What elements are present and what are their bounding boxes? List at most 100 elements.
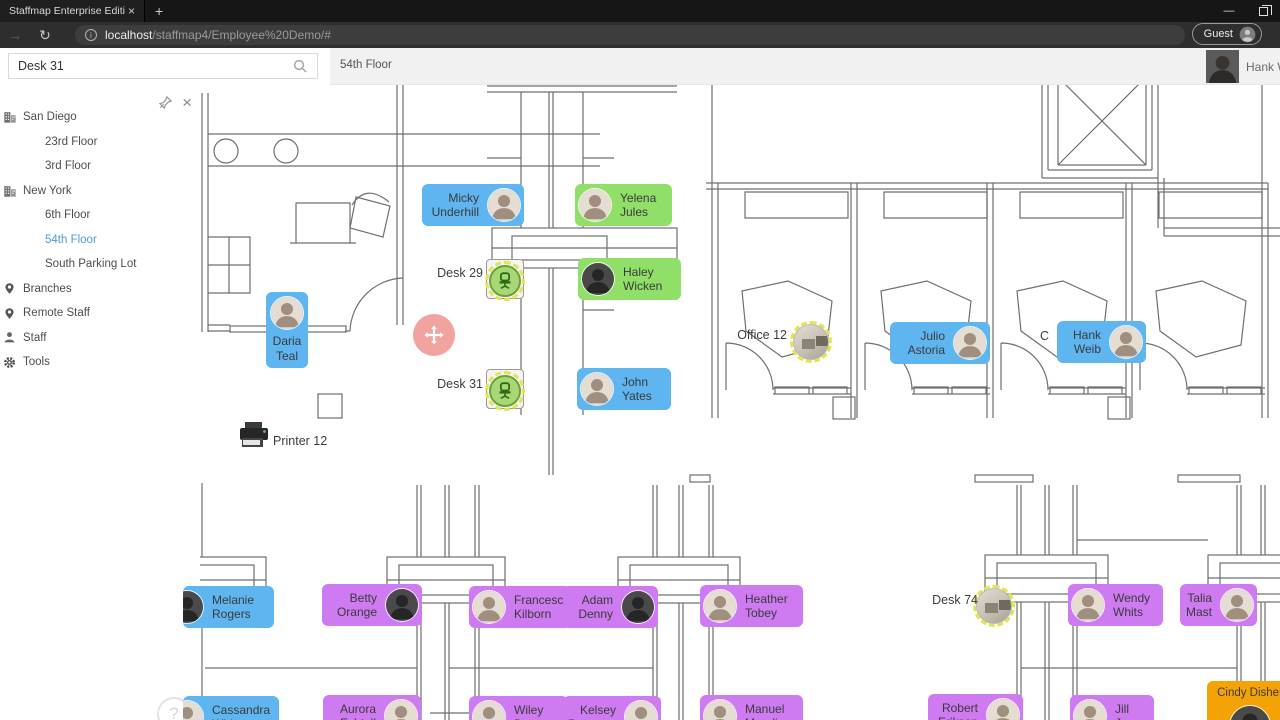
employee-card[interactable]: AuroraEchtell [323,695,421,720]
employee-card[interactable]: John Yates [577,368,671,410]
employee-photo [385,588,419,622]
sidebar-item-branches[interactable]: Branches [0,277,200,302]
desk-chair-icon[interactable] [485,369,525,411]
employee-photo [487,188,521,222]
sidebar-item-label: 6th Floor [45,209,91,222]
printer-label: Printer 12 [273,434,328,448]
employee-card[interactable]: Daria Teal [266,292,308,368]
search-input[interactable] [8,53,318,79]
employee-photo [384,699,418,720]
employee-name: Heather Tobey [745,591,788,621]
window-minimize-button[interactable]: — [1212,0,1246,22]
employee-name: KelseyPorteous [568,702,616,720]
employee-photo [183,700,204,720]
employee-card[interactable]: Hank Weib [1057,321,1146,363]
floor-plan-map[interactable]: × San Diego 23rd Floor 3rd Floor New York 6t… [0,85,1280,720]
sidebar-item-label: 23rd Floor [45,135,98,148]
desk-label: Desk 74 [932,593,978,607]
employee-card[interactable]: Adam Denny [563,586,658,628]
location-pin-icon [5,283,14,295]
url-path: /staffmap4/Employee%20Demo/# [152,28,331,42]
employee-photo [703,589,737,623]
refresh-icon[interactable]: ↻ [30,27,60,44]
employee-card[interactable]: RobertErikson [928,694,1023,720]
employee-photo [472,590,506,624]
sidebar-item-6th-floor[interactable]: 6th Floor [0,203,200,228]
employee-photo [986,698,1020,720]
desk-label: Desk 31 [437,377,483,391]
employee-name: Francesco Kilborn [514,592,571,622]
employee-photo [1220,588,1254,622]
location-pin-icon [5,307,14,319]
guest-profile-button[interactable]: Guest [1191,23,1262,45]
employee-card[interactable]: ManuelMandios [700,695,803,720]
asset-photo-icon[interactable] [973,585,1015,627]
sidebar-item-54th-floor[interactable]: 54th Floor [0,228,200,253]
window-controls: — [1212,0,1280,22]
sidebar-item-san-diego[interactable]: San Diego [0,105,200,130]
move-handle[interactable] [413,314,455,356]
employee-card[interactable]: Yelena Jules [575,184,672,226]
move-arrows-icon [424,325,444,345]
employee-card[interactable]: KelseyPorteous [563,696,661,720]
employee-card[interactable]: JillJones [1070,695,1154,720]
tab-close-icon[interactable]: × [125,4,138,18]
employee-card[interactable]: Talia Mast [1180,584,1257,626]
url-host: localhost [105,28,153,42]
address-field[interactable]: i localhost/staffmap4/Employee%20Demo/# [75,25,1185,45]
new-tab-button[interactable]: + [145,3,173,19]
desk-chair-icon[interactable] [485,259,525,301]
employee-card[interactable]: CassandraWhit [183,696,279,720]
floor-tab-label[interactable]: 54th Floor [340,59,392,71]
employee-name: Wendy Whits [1113,590,1151,620]
employee-card[interactable]: Cindy Disher [1207,681,1280,720]
partial-label: C [1040,329,1050,343]
employee-card[interactable]: Betty Orange [322,584,422,626]
employee-name: Hank Weib [1072,327,1101,357]
sidebar-item-remote-staff[interactable]: Remote Staff [0,301,200,326]
employee-photo [472,700,506,720]
window-restore-button[interactable] [1246,0,1280,22]
profile-icon [1239,26,1256,42]
employee-name: Haley Wicken [623,264,663,294]
sidebar-item-south-parking-lot[interactable]: South Parking Lot [0,252,200,277]
search-icon[interactable] [293,59,307,73]
employee-photo [270,296,304,330]
printer-icon[interactable] [238,421,272,454]
staffmap-window: Staffmap Enterprise Edition × + — → ↻ i … [0,0,1280,720]
browser-tab[interactable]: Staffmap Enterprise Edition × [0,0,145,22]
sidebar-item-tools[interactable]: Tools [0,350,200,375]
search-area [0,48,330,85]
user-tooltip: Hank W [1206,50,1280,83]
employee-photo [621,590,655,624]
selection-ring [790,321,832,363]
employee-card[interactable]: WileyBarnsto [469,696,568,720]
employee-name: Cindy Disher [1217,687,1280,699]
employee-name: Daria Teal [272,334,302,363]
employee-name: WileyBarnsto [514,702,555,720]
employee-card[interactable]: Wendy Whits [1068,584,1163,626]
employee-card[interactable]: Julio Astoria [890,322,990,364]
employee-card[interactable]: Heather Tobey [700,585,803,627]
employee-card[interactable]: Francesco Kilborn [469,586,571,628]
sidebar-item-3rd-floor[interactable]: 3rd Floor [0,154,200,179]
sidebar-item-23rd-floor[interactable]: 23rd Floor [0,130,200,155]
employee-name: Adam Denny [578,592,613,622]
sidebar-item-staff[interactable]: Staff [0,326,200,351]
employee-card[interactable]: Micky Underhill [422,184,524,226]
tab-title: Staffmap Enterprise Edition [9,5,125,17]
employee-name: AuroraEchtell [339,701,376,720]
user-name: Hank W [1246,59,1280,74]
sidebar-item-label: Staff [23,331,47,344]
employee-card[interactable]: Melanie Rogers [183,586,274,628]
employee-name: Betty Orange [336,590,377,620]
office-label: Office 12 [737,328,787,342]
building-icon [4,112,16,123]
employee-name: Yelena Jules [620,190,657,220]
location-tree: San Diego 23rd Floor 3rd Floor New York 6th … [0,105,200,375]
site-info-icon[interactable]: i [85,29,97,41]
forward-icon[interactable]: → [0,27,30,43]
employee-card[interactable]: Haley Wicken [578,258,681,300]
sidebar-item-new-york[interactable]: New York [0,179,200,204]
asset-photo-icon[interactable] [790,321,832,363]
